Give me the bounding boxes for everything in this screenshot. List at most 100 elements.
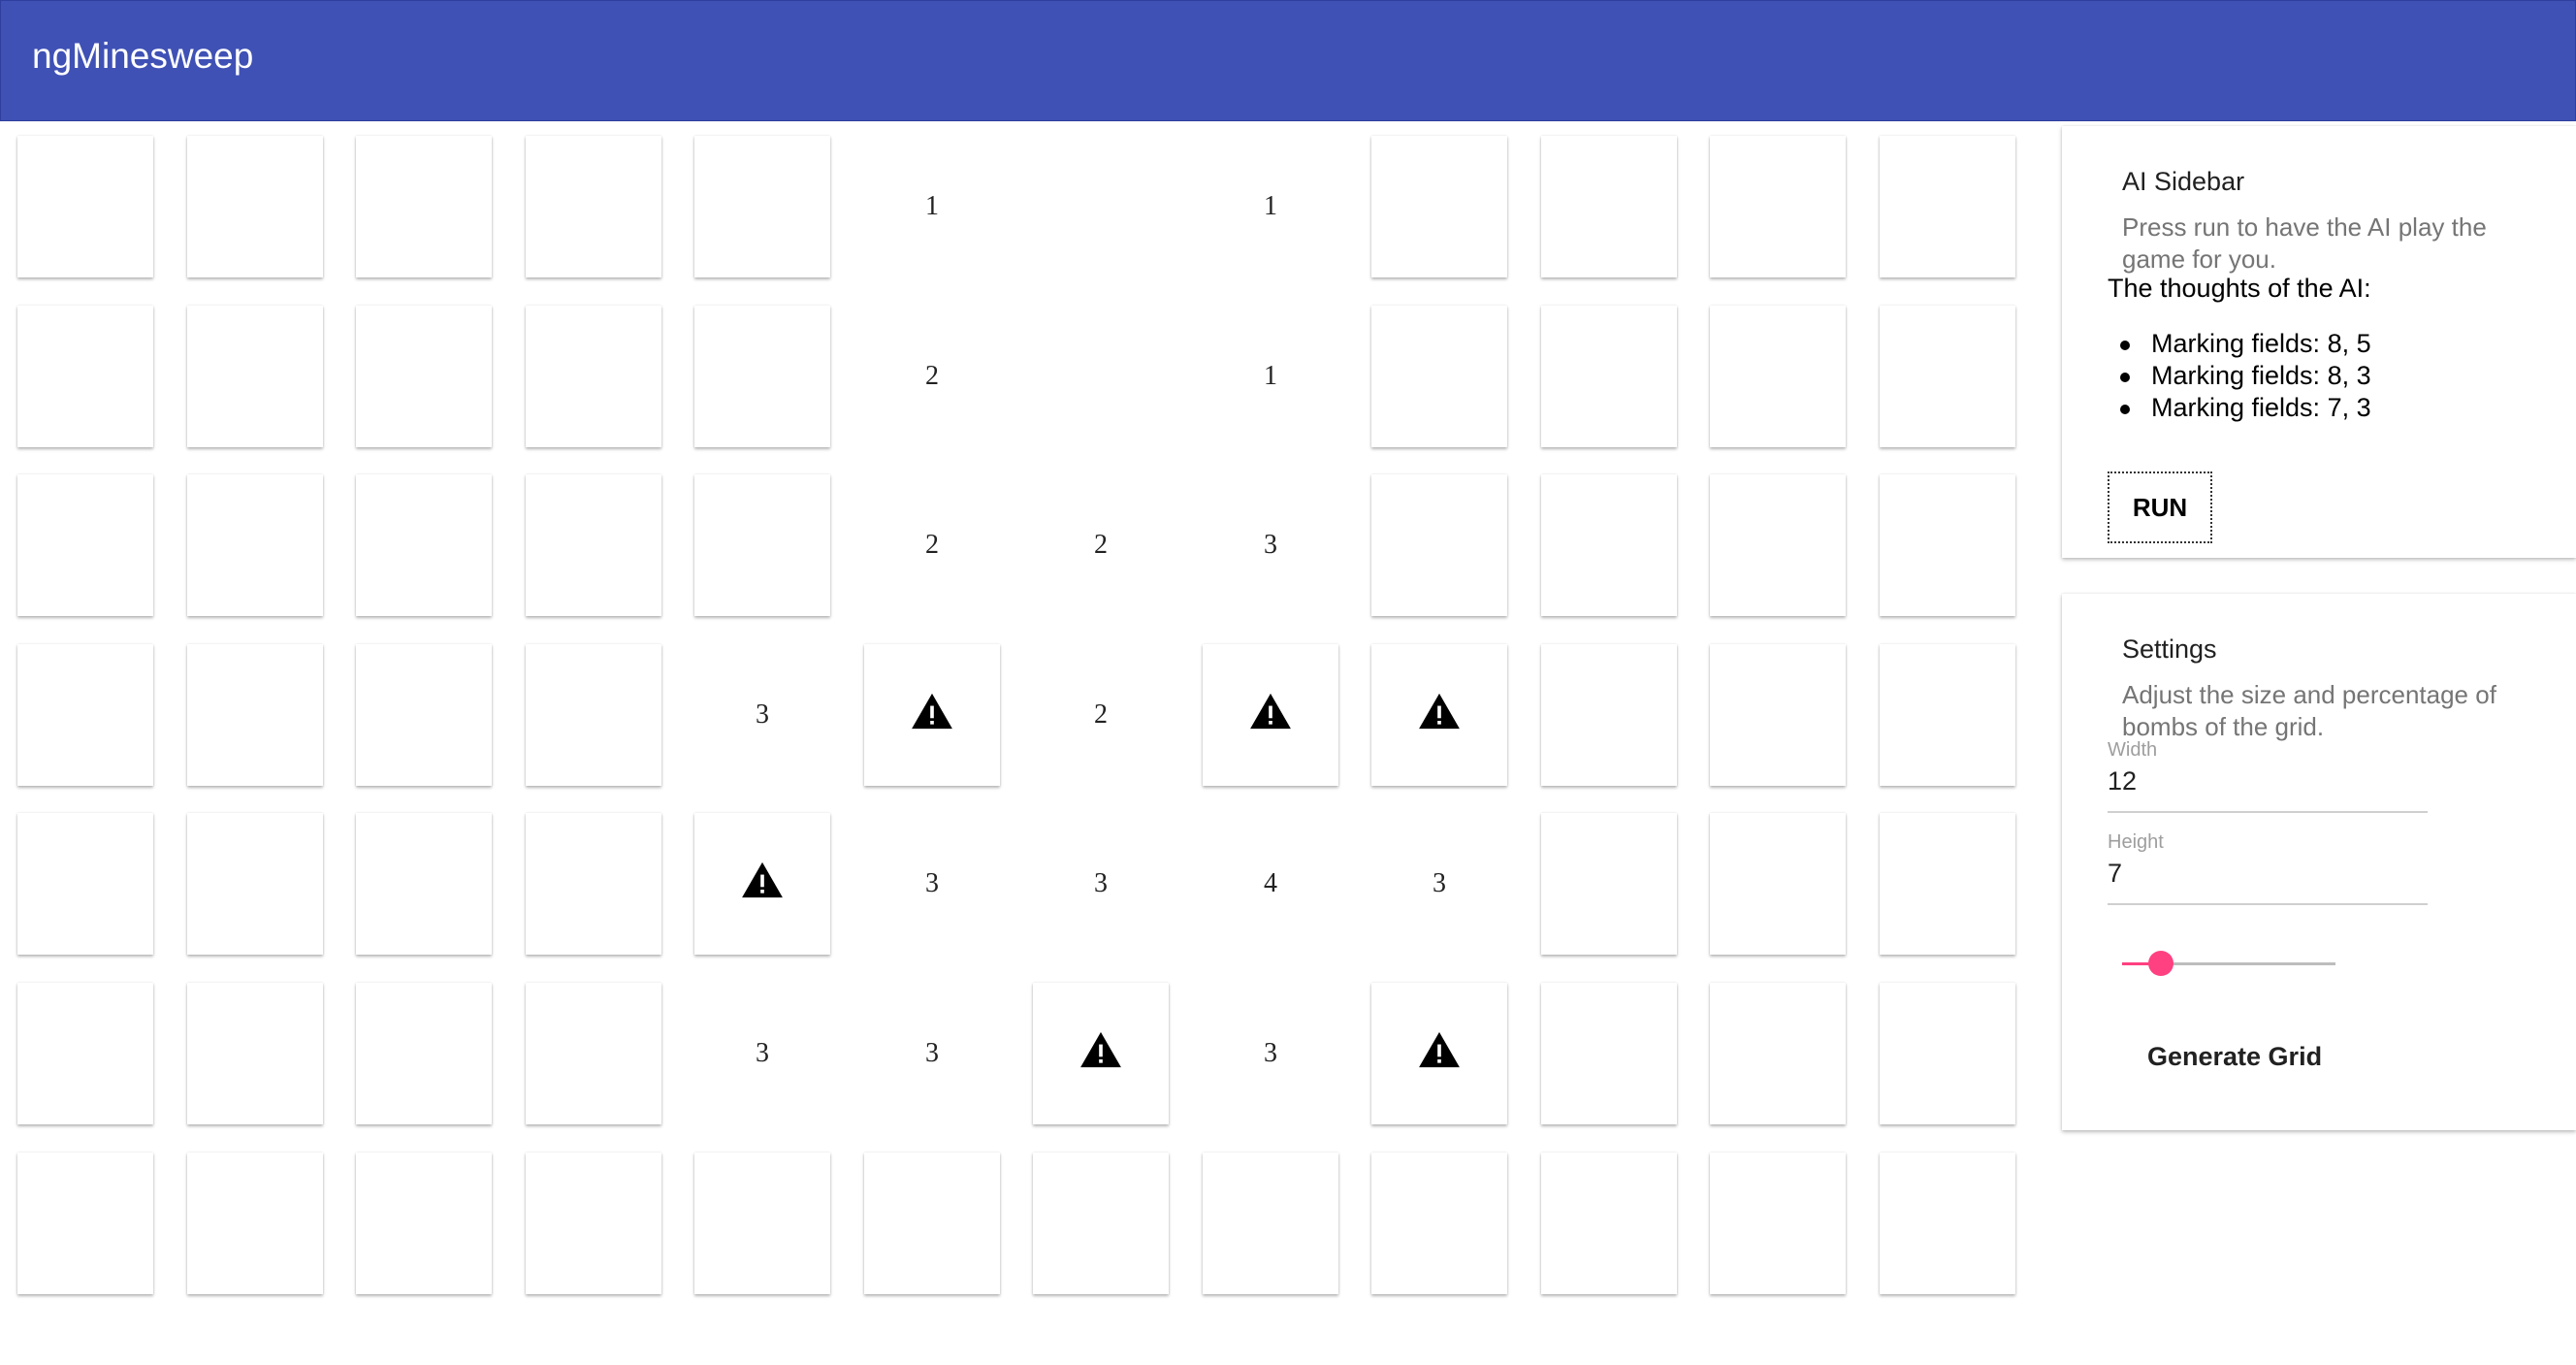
revealed-number-cell: 3 [694,644,830,786]
covered-cell[interactable] [526,813,661,955]
revealed-empty-cell [1033,306,1169,447]
ai-thoughts-list: Marking fields: 8, 5 Marking fields: 8, … [2118,328,2371,424]
covered-cell[interactable] [864,1153,1000,1294]
covered-cell[interactable] [1033,1153,1169,1294]
covered-cell[interactable] [356,474,492,616]
revealed-number-cell: 1 [1203,306,1338,447]
covered-cell[interactable] [526,306,661,447]
flagged-cell[interactable] [694,813,830,955]
revealed-empty-cell [1033,136,1169,277]
covered-cell[interactable] [694,306,830,447]
flagged-cell[interactable] [864,644,1000,786]
covered-cell[interactable] [526,474,661,616]
minesweeper-grid: 1 1 2 1 2 2 3 3 2 3 3 4 3 3 3 3 [17,136,2045,1312]
settings-title: Settings [2122,634,2217,664]
revealed-number-cell: 2 [1033,644,1169,786]
covered-cell[interactable] [356,1153,492,1294]
covered-cell[interactable] [1541,813,1677,955]
covered-cell[interactable] [1710,136,1846,277]
covered-cell[interactable] [1371,306,1507,447]
covered-cell[interactable] [187,644,323,786]
covered-cell[interactable] [1371,136,1507,277]
covered-cell[interactable] [1541,474,1677,616]
settings-card: Settings Adjust the size and percentage … [2062,594,2576,1130]
covered-cell[interactable] [694,474,830,616]
covered-cell[interactable] [17,474,153,616]
cell-number: 2 [925,530,939,560]
covered-cell[interactable] [1541,983,1677,1124]
covered-cell[interactable] [17,813,153,955]
ai-thought-item: Marking fields: 8, 3 [2118,360,2371,392]
covered-cell[interactable] [526,644,661,786]
covered-cell[interactable] [1203,1153,1338,1294]
width-input[interactable] [2108,766,2418,796]
cell-number: 4 [1264,868,1277,898]
covered-cell[interactable] [187,306,323,447]
covered-cell[interactable] [1710,474,1846,616]
height-field: Height [2108,831,2428,905]
covered-cell[interactable] [1541,1153,1677,1294]
flagged-cell[interactable] [1371,983,1507,1124]
covered-cell[interactable] [1880,306,2015,447]
slider-thumb[interactable] [2148,951,2174,976]
cell-number: 3 [1094,868,1108,898]
warning-icon [1418,692,1461,738]
covered-cell[interactable] [356,983,492,1124]
covered-cell[interactable] [356,813,492,955]
covered-cell[interactable] [17,644,153,786]
covered-cell[interactable] [526,1153,661,1294]
covered-cell[interactable] [187,983,323,1124]
generate-grid-button[interactable]: Generate Grid [2140,1027,2330,1086]
warning-icon [911,692,953,738]
cell-number: 1 [1264,191,1277,221]
covered-cell[interactable] [1880,1153,2015,1294]
flagged-cell[interactable] [1033,983,1169,1124]
ai-thought-item: Marking fields: 8, 5 [2118,328,2371,360]
flagged-cell[interactable] [1203,644,1338,786]
covered-cell[interactable] [1880,813,2015,955]
app-toolbar: ngMinesweep [0,0,2576,121]
covered-cell[interactable] [187,1153,323,1294]
covered-cell[interactable] [17,136,153,277]
covered-cell[interactable] [1371,1153,1507,1294]
flagged-cell[interactable] [1371,644,1507,786]
width-field: Width [2108,739,2428,813]
height-input[interactable] [2108,859,2418,889]
covered-cell[interactable] [694,136,830,277]
covered-cell[interactable] [187,474,323,616]
covered-cell[interactable] [1541,644,1677,786]
covered-cell[interactable] [1880,644,2015,786]
height-label: Height [2108,831,2164,853]
bomb-percentage-slider[interactable] [2122,950,2335,979]
covered-cell[interactable] [1710,813,1846,955]
covered-cell[interactable] [1541,306,1677,447]
covered-cell[interactable] [356,306,492,447]
covered-cell[interactable] [1710,983,1846,1124]
cell-number: 3 [1264,1038,1277,1068]
covered-cell[interactable] [526,136,661,277]
run-button[interactable]: RUN [2108,471,2212,543]
covered-cell[interactable] [1880,983,2015,1124]
covered-cell[interactable] [1710,644,1846,786]
covered-cell[interactable] [356,136,492,277]
covered-cell[interactable] [17,983,153,1124]
ai-thought-item: Marking fields: 7, 3 [2118,392,2371,424]
covered-cell[interactable] [1371,474,1507,616]
covered-cell[interactable] [1710,1153,1846,1294]
covered-cell[interactable] [1710,306,1846,447]
covered-cell[interactable] [17,306,153,447]
revealed-number-cell: 3 [1371,813,1507,955]
revealed-number-cell: 1 [864,136,1000,277]
ai-thoughts-heading: The thoughts of the AI: [2108,274,2371,303]
covered-cell[interactable] [1880,136,2015,277]
covered-cell[interactable] [1880,474,2015,616]
covered-cell[interactable] [187,136,323,277]
covered-cell[interactable] [526,983,661,1124]
covered-cell[interactable] [1541,136,1677,277]
warning-icon [1418,1030,1461,1077]
covered-cell[interactable] [17,1153,153,1294]
cell-number: 3 [1264,530,1277,560]
covered-cell[interactable] [187,813,323,955]
covered-cell[interactable] [694,1153,830,1294]
covered-cell[interactable] [356,644,492,786]
